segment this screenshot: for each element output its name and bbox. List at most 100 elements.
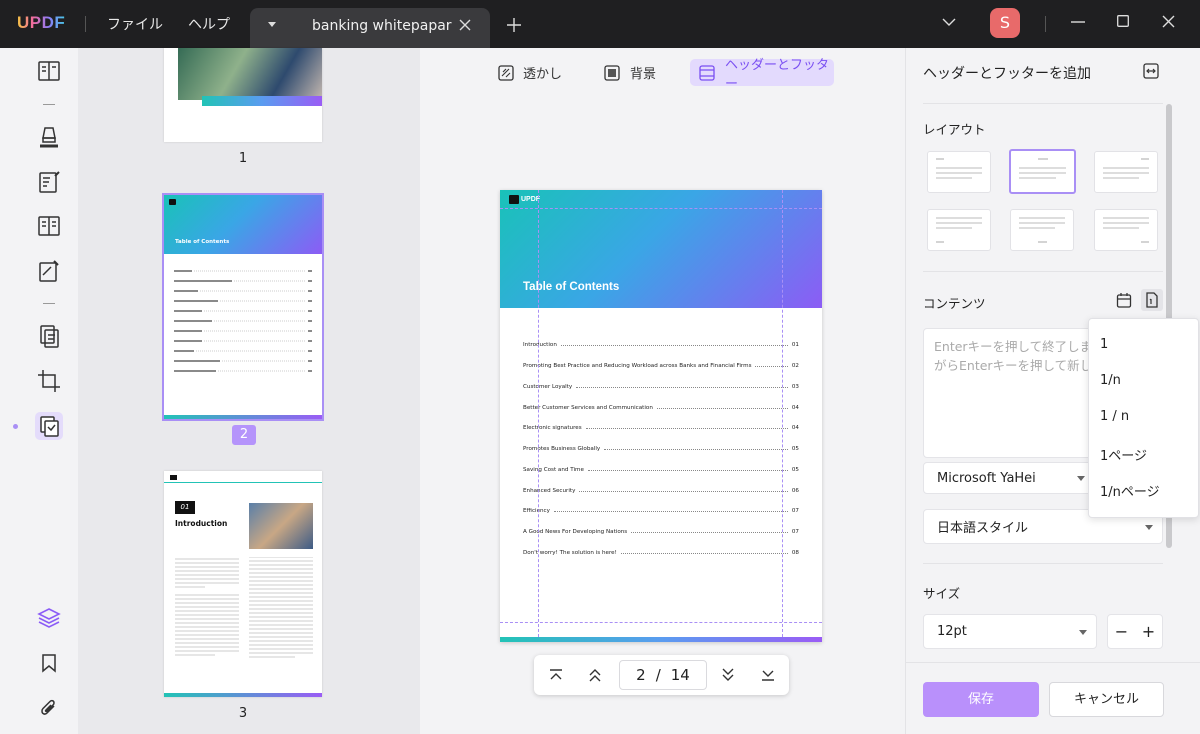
margin-guide	[538, 190, 539, 642]
menu-help[interactable]: ヘルプ	[188, 14, 230, 34]
panel-title: ヘッダーとフッターを追加	[923, 66, 1091, 82]
layout-label: レイアウト	[923, 122, 986, 137]
margin-guide	[500, 622, 822, 623]
divider	[923, 103, 1163, 104]
decrease-size-button[interactable]: −	[1108, 622, 1135, 641]
attachment-icon[interactable]	[39, 697, 59, 719]
bookmark-icon[interactable]	[40, 653, 58, 673]
current-page: 2	[636, 666, 646, 684]
divider	[905, 662, 1200, 663]
layout-option-top-right[interactable]	[1094, 151, 1158, 193]
chevron-down-icon[interactable]	[942, 17, 956, 27]
title-bar	[0, 0, 1200, 48]
page-thumbnail-2[interactable]: Table of Contents	[162, 193, 324, 421]
minimize-icon[interactable]	[1071, 21, 1085, 23]
insert-date-icon[interactable]	[1116, 292, 1132, 308]
page-number-input[interactable]: 2 / 14	[619, 660, 707, 690]
thumb-toc-lines	[174, 269, 314, 379]
content-label: コンテンツ	[923, 296, 986, 311]
page-number-label-selected: 2	[232, 425, 256, 445]
thumb-photo	[249, 503, 313, 549]
divider	[85, 16, 86, 32]
toc-row: Saving Cost and Time 05	[523, 467, 799, 473]
close-window-icon[interactable]	[1162, 15, 1175, 28]
cancel-button[interactable]: キャンセル	[1049, 682, 1164, 717]
layers-icon[interactable]	[37, 606, 61, 630]
toc-row: Enhanced Security 06	[523, 488, 799, 494]
tab-watermark[interactable]: 透かし	[494, 59, 567, 86]
format-option[interactable]: 1ページ	[1100, 445, 1147, 464]
page-tools-icon[interactable]	[35, 412, 63, 440]
format-option[interactable]: 1 / n	[1100, 409, 1129, 424]
comment-highlighter-icon[interactable]	[35, 122, 63, 150]
thumb-top-line	[164, 482, 322, 483]
format-option[interactable]: 1/nページ	[1100, 481, 1160, 500]
toc-row: Electronic signatures 04	[523, 425, 799, 431]
font-family-select[interactable]: Microsoft YaHei	[923, 462, 1095, 494]
header-footer-icon	[699, 64, 715, 81]
fill-sign-icon[interactable]	[35, 257, 63, 285]
divider	[923, 563, 1163, 564]
watermark-icon	[498, 64, 514, 81]
toc-row: Promotes Business Globally 05	[523, 446, 799, 452]
layout-option-bottom-right[interactable]	[1094, 209, 1158, 251]
avatar[interactable]: S	[990, 8, 1020, 38]
toc-row: Efficiency 07	[523, 508, 799, 514]
chevron-down-icon	[1077, 476, 1085, 481]
crop-icon[interactable]	[35, 367, 63, 395]
organize-pages-icon[interactable]	[35, 212, 63, 240]
background-icon	[604, 64, 620, 81]
page-thumbnail-3[interactable]: 01 Introduction	[164, 471, 322, 697]
thumb-body-text	[175, 557, 315, 677]
tab-background[interactable]: 背景	[600, 59, 664, 86]
active-indicator	[13, 424, 18, 429]
page-number-label: 3	[238, 706, 248, 721]
tab-watermark-label: 透かし	[523, 67, 563, 82]
increase-size-button[interactable]: +	[1135, 622, 1162, 641]
font-size-value: 12pt	[937, 624, 967, 639]
new-tab-icon[interactable]	[507, 18, 521, 32]
save-button[interactable]: 保存	[923, 682, 1039, 717]
margin-guide	[500, 208, 822, 209]
insert-page-number-button[interactable]	[1141, 289, 1163, 311]
font-family-value: Microsoft YaHei	[937, 470, 1036, 486]
edit-pdf-icon[interactable]	[35, 168, 63, 196]
page-footer-band	[500, 637, 822, 642]
next-page-icon[interactable]	[721, 667, 735, 683]
page-separator: /	[655, 666, 661, 684]
first-page-icon[interactable]	[549, 669, 563, 681]
size-label: サイズ	[923, 586, 961, 601]
layout-option-bottom-center[interactable]	[1010, 209, 1074, 251]
font-size-select[interactable]: 12pt	[923, 614, 1097, 649]
tab-dropdown-icon[interactable]	[268, 22, 276, 27]
reader-icon[interactable]	[35, 57, 63, 85]
layout-option-top-left[interactable]	[927, 151, 991, 193]
menu-file[interactable]: ファイル	[107, 14, 163, 34]
divider	[1045, 16, 1046, 32]
expand-panel-icon[interactable]	[1143, 63, 1159, 79]
layout-option-bottom-left[interactable]	[927, 209, 991, 251]
chevron-down-icon	[1145, 524, 1153, 530]
close-tab-icon[interactable]	[459, 19, 471, 31]
font-size-stepper: − +	[1107, 614, 1163, 649]
tab-header-footer[interactable]: ヘッダーとフッター	[690, 58, 834, 92]
divider	[43, 303, 55, 304]
maximize-icon[interactable]	[1117, 15, 1129, 27]
toc-row: A Good News For Developing Nations 07	[523, 529, 799, 535]
format-option[interactable]: 1/n	[1100, 373, 1121, 388]
format-option[interactable]: 1	[1100, 337, 1108, 352]
page-thumbnail-1[interactable]	[164, 48, 322, 142]
last-page-icon[interactable]	[761, 669, 775, 681]
toc-row: Don't worry! The solution is here! 08	[523, 550, 799, 556]
page-number-icon	[1146, 292, 1158, 308]
page-number-format-menu: 1 1/n 1 / n 1ページ 1/nページ	[1088, 318, 1199, 518]
previous-page-icon[interactable]	[588, 667, 602, 683]
toc-row: Better Customer Services and Communicati…	[523, 405, 799, 411]
thumb-chapter-title: Introduction	[175, 519, 228, 528]
thumb-toc-title: Table of Contents	[175, 239, 230, 245]
convert-icon[interactable]	[35, 322, 63, 350]
layout-option-top-center[interactable]	[1009, 149, 1076, 194]
divider	[43, 104, 55, 105]
thumb-logo	[170, 475, 177, 480]
tab-title: banking whitepapar	[312, 18, 452, 34]
